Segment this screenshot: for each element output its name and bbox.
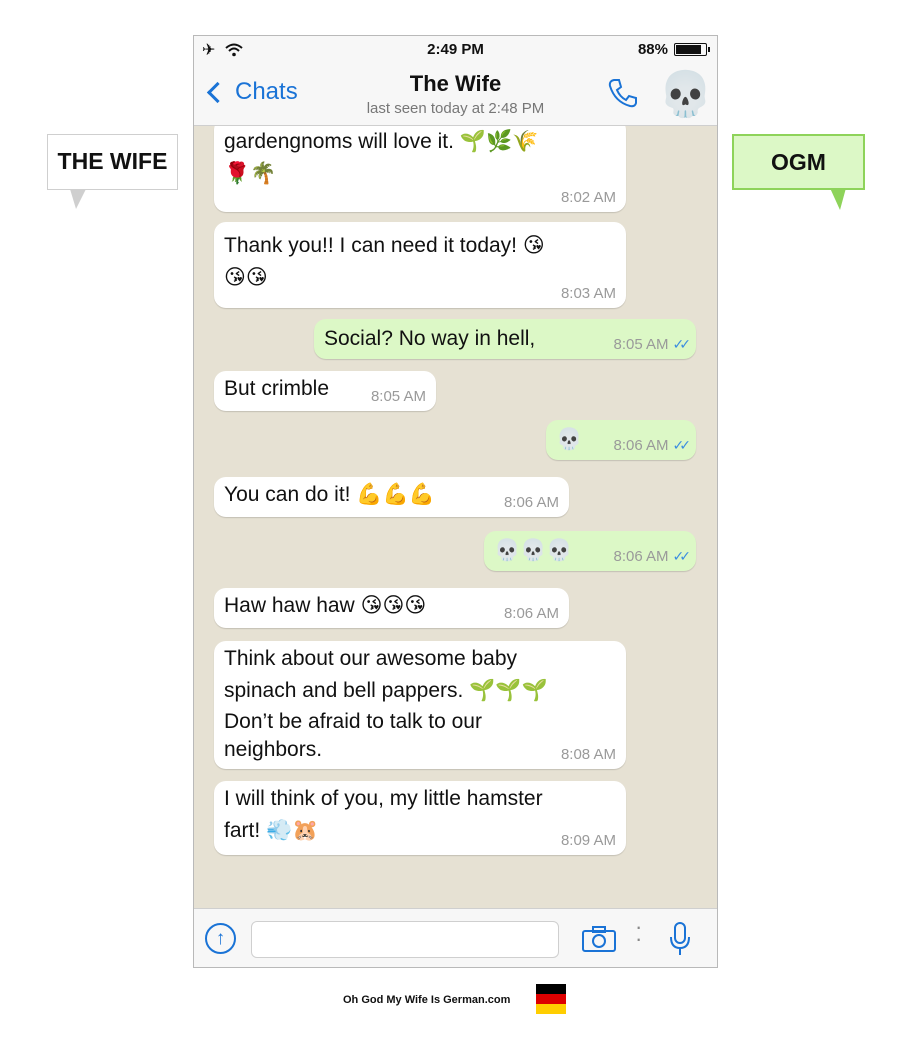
message-emoji: 🌹🌴 <box>224 162 277 185</box>
battery-percent: 88% <box>637 41 668 58</box>
message-time: 8:09 AM <box>560 832 616 849</box>
phone-call-icon[interactable] <box>606 76 640 110</box>
message-bubble[interactable]: Think about our awesome baby spinach and… <box>214 641 626 769</box>
message-emoji: 😘 <box>522 234 545 257</box>
message-bubble[interactable]: gardengnoms will love it. 🌱🌿🌾 🌹🌴 8:02 AM <box>214 126 626 212</box>
message-input[interactable] <box>251 921 559 958</box>
message-time: 8:02 AM <box>560 189 616 206</box>
phone-screen: ✈ 2:49 PM 88% Chats The Wife last seen t… <box>193 35 718 968</box>
message-text: Don’t be afraid to talk to our <box>224 710 482 733</box>
input-bar: ↑ · · <box>194 908 717 967</box>
message-bubble[interactable]: Thank you!! I can need it today! 😘 😘😘 8:… <box>214 222 626 308</box>
read-ticks-icon: ✓✓ <box>672 437 692 453</box>
message-bubble[interactable]: But crimble 8:05 AM <box>214 371 436 411</box>
message-emoji: 💨🐹 <box>266 819 319 842</box>
message-text: But crimble <box>224 377 330 400</box>
more-dots-icon: · · <box>635 914 643 951</box>
message-time: 8:03 AM <box>560 285 616 302</box>
upload-arrow-icon[interactable]: ↑ <box>205 923 236 954</box>
avatar[interactable]: 💀 <box>658 68 713 122</box>
footer-site-name: Oh God My Wife Is German.com <box>343 994 511 1006</box>
message-emoji: 💀 <box>556 428 583 451</box>
message-text: Think about our awesome baby <box>224 647 518 670</box>
message-time: 8:05 AM <box>370 388 426 405</box>
battery-fill <box>676 45 701 54</box>
message-emoji: 💀💀💀 <box>494 539 573 562</box>
message-text: I will think of you, my little hamster <box>224 787 543 810</box>
message-text: Social? No way in hell, <box>324 327 536 350</box>
message-bubble[interactable]: Haw haw haw 😘😘😘 8:06 AM <box>214 588 569 628</box>
message-time: 8:06 AM <box>613 548 669 565</box>
message-text: gardengnoms will love it. <box>224 130 454 153</box>
message-list[interactable]: gardengnoms will love it. 🌱🌿🌾 🌹🌴 8:02 AM… <box>194 126 717 908</box>
message-bubble[interactable]: I will think of you, my little hamster f… <box>214 781 626 855</box>
read-ticks-icon: ✓✓ <box>672 548 692 564</box>
message-text: Haw haw haw <box>224 594 355 617</box>
message-emoji: 😘😘 <box>224 266 268 289</box>
chat-header: Chats The Wife last seen today at 2:48 P… <box>194 64 717 126</box>
message-bubble[interactable]: You can do it! 💪💪💪 8:06 AM <box>214 477 569 517</box>
message-emoji: 💪💪💪 <box>356 483 435 506</box>
microphone-icon[interactable] <box>669 922 691 956</box>
status-bar: ✈ 2:49 PM 88% <box>194 36 717 64</box>
message-bubble[interactable]: 💀💀💀 8:06 AM ✓✓ <box>484 531 696 571</box>
battery-icon <box>674 43 710 56</box>
message-bubble[interactable]: Social? No way in hell, 8:05 AM ✓✓ <box>314 319 696 359</box>
message-text: fart! <box>224 819 261 842</box>
message-text: neighbors. <box>224 738 323 761</box>
message-emoji: 😘😘😘 <box>360 594 427 617</box>
label-the-wife: THE WIFE <box>47 134 178 209</box>
message-text: Thank you!! I can need it today! <box>224 234 518 257</box>
message-text: spinach and bell pappers. <box>224 679 464 702</box>
message-time: 8:05 AM <box>613 336 669 353</box>
read-ticks-icon: ✓✓ <box>672 336 692 352</box>
german-flag-logo <box>536 984 566 1014</box>
camera-icon[interactable] <box>582 926 616 952</box>
message-text: You can do it! <box>224 483 351 506</box>
message-emoji: 🌱🌱🌱 <box>469 679 548 702</box>
message-time: 8:06 AM <box>503 494 559 511</box>
message-time: 8:08 AM <box>560 746 616 763</box>
message-time: 8:06 AM <box>613 437 669 454</box>
message-bubble[interactable]: 💀 8:06 AM ✓✓ <box>546 420 696 460</box>
label-ogm: OGM <box>732 134 865 210</box>
message-emoji: 🌱🌿🌾 <box>459 130 539 153</box>
message-time: 8:06 AM <box>503 605 559 622</box>
